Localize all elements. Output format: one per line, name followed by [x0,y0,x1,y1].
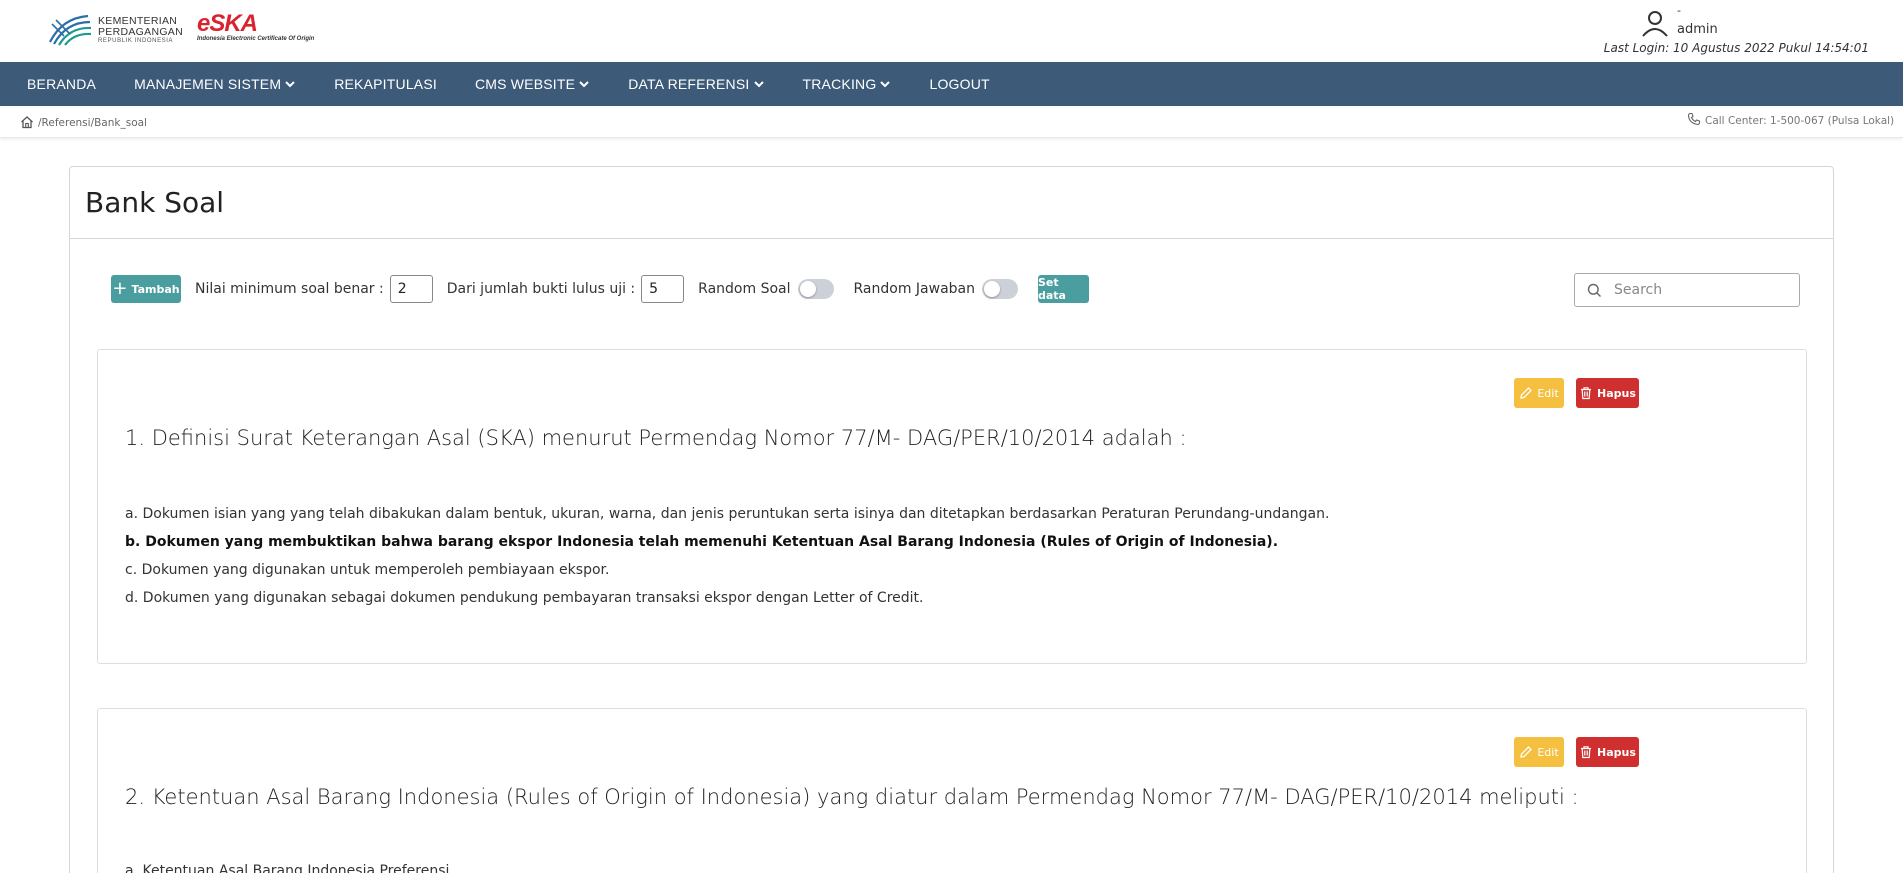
card-header: Bank Soal [70,167,1833,239]
user-role: - [1677,4,1681,17]
min-correct-label: Nilai minimum soal benar : [195,281,384,297]
logo-area[interactable]: KEMENTERIAN PERDAGANGAN REPUBLIK INDONES… [48,10,327,46]
nav-rekapitulasi[interactable]: REKAPITULASI [334,76,437,92]
nav-tracking[interactable]: TRACKING [803,76,892,92]
delete-button[interactable]: Hapus [1576,737,1639,767]
set-data-label: Set data [1038,276,1066,302]
add-question-button[interactable]: + Tambah [111,275,181,303]
answer-option-correct: b. Dokumen yang membuktikan bahwa barang… [125,534,1279,550]
breadcrumb[interactable]: /Referensi/Bank_soal [38,117,147,129]
answer-list: a. Dokumen isian yang yang telah dibakuk… [125,504,1329,616]
search-box[interactable] [1574,273,1800,307]
answer-option: d. Dokumen yang digunakan sebagai dokume… [125,590,924,606]
ministry-line3: REPUBLIK INDONESIA [98,38,174,44]
nav-label: LOGOUT [929,76,990,92]
nav-logout[interactable]: LOGOUT [929,76,989,92]
ministry-line1: KEMENTERIAN [98,15,178,27]
question-card: Edit Hapus 2. Ketentuan Asal Barang Indo… [97,708,1807,873]
nav-label: MANAJEMEN SISTEM [134,76,282,92]
add-button-label: Tambah [131,282,180,296]
random-question-toggle[interactable] [797,279,834,299]
random-answer-label: Random Jawaban [853,281,976,297]
plus-icon: + [112,278,128,299]
set-data-button[interactable]: Set data [1038,275,1089,303]
page-title: Bank Soal [85,186,225,219]
breadcrumb-bar: /Referensi/Bank_soal Call Center: 1-500-… [0,106,1903,138]
nav-cms-website[interactable]: CMS WEBSITE [475,76,590,92]
pencil-icon [1520,387,1533,399]
main-navbar: BERANDA MANAJEMEN SISTEM REKAPITULASI CM… [0,62,1903,106]
delete-label: Hapus [1597,745,1636,759]
bank-soal-card: Bank Soal + Tambah Nilai minimum soal be… [69,166,1834,873]
edit-label: Edit [1537,745,1559,759]
eska-tagline: Indonesia Electronic Certificate Of Orig… [196,36,315,42]
ministry-name: KEMENTERIAN PERDAGANGAN REPUBLIK INDONES… [98,16,183,44]
pencil-icon [1520,746,1533,758]
random-question-label: Random Soal [698,281,791,297]
call-center-text: Call Center: 1-500-067 (Pulsa Lokal) [1705,115,1895,127]
phone-icon [1687,112,1701,126]
eska-logo: eSKA Indonesia Electronic Certificate Of… [196,10,327,46]
toggle-knob [984,281,1000,297]
delete-button[interactable]: Hapus [1576,378,1639,408]
edit-label: Edit [1537,386,1559,400]
user-name[interactable]: admin [1677,22,1718,37]
toggle-knob [799,281,816,297]
total-questions-label: Dari jumlah bukti lulus uji : [446,281,636,297]
question-text: 1. Definisi Surat Keterangan Asal (SKA) … [125,426,1187,450]
chevron-down-icon [285,81,295,88]
nav-beranda[interactable]: BERANDA [27,76,96,92]
total-questions-input[interactable] [641,275,685,303]
trash-icon [1581,746,1592,759]
answer-option: a. Dokumen isian yang yang telah dibakuk… [125,506,1330,522]
answer-list: a. Ketentuan Asal Barang Indonesia Prefe… [125,861,449,873]
answer-option: a. Ketentuan Asal Barang Indonesia Prefe… [125,863,450,873]
answer-option: c. Dokumen yang digunakan untuk memperol… [125,562,610,578]
chevron-down-icon [753,81,764,88]
eska-brand: eSKA [196,10,258,37]
chevron-down-icon [880,81,891,88]
trash-icon [1581,387,1592,400]
nav-label: BERANDA [27,76,97,92]
random-answer-toggle[interactable] [982,279,1018,299]
nav-label: TRACKING [802,76,877,92]
chevron-down-icon [579,81,589,88]
nav-data-referensi[interactable]: DATA REFERENSI [628,76,764,92]
question-text: 2. Ketentuan Asal Barang Indonesia (Rule… [125,785,1579,809]
edit-button[interactable]: Edit [1514,378,1564,408]
last-login-text: Last Login: 10 Agustus 2022 Pukul 14:54:… [1603,41,1869,55]
user-avatar-icon[interactable] [1640,8,1670,38]
edit-button[interactable]: Edit [1514,737,1564,767]
search-input[interactable] [1614,282,1794,298]
nav-label: DATA REFERENSI [628,76,750,92]
nav-label: REKAPITULASI [334,76,437,92]
min-correct-input[interactable] [389,275,433,303]
question-card: Edit Hapus 1. Definisi Surat Keterangan … [97,349,1807,664]
search-icon [1587,283,1601,297]
question-actions: Edit Hapus [1514,378,1639,408]
ministry-line2: PERDAGANGAN [98,25,183,38]
question-actions: Edit Hapus [1514,737,1639,767]
delete-label: Hapus [1597,386,1636,400]
nav-label: CMS WEBSITE [474,76,576,92]
home-icon[interactable] [20,115,34,129]
toolbar: + Tambah Nilai minimum soal benar : Dari… [111,273,1089,305]
nav-manajemen-sistem[interactable]: MANAJEMEN SISTEM [134,76,296,92]
top-header: KEMENTERIAN PERDAGANGAN REPUBLIK INDONES… [0,0,1903,62]
kemendag-logo-icon [49,14,92,46]
